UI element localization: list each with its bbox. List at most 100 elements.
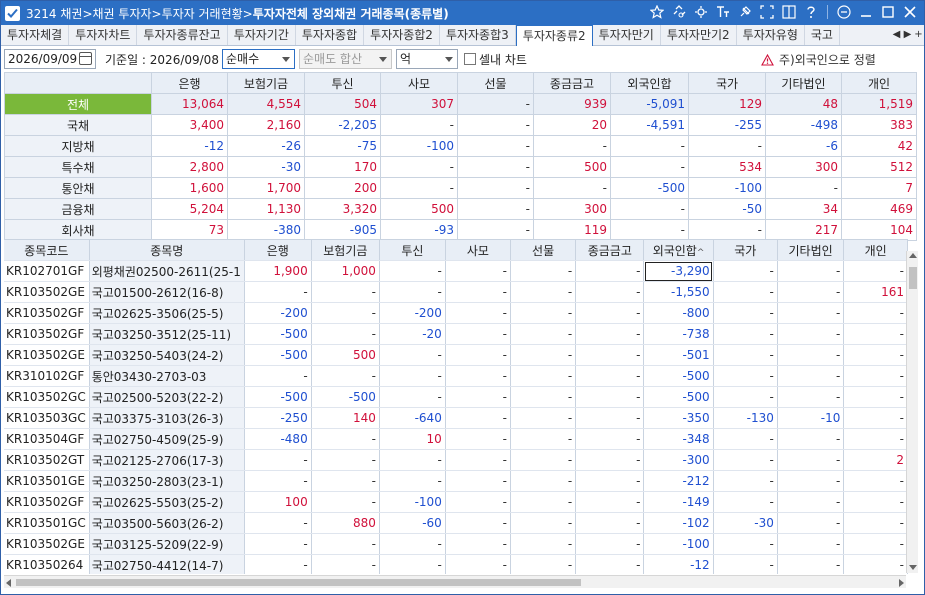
summary-row[interactable]: 통안채 1,600 1,700 200- - - -500 -100-7 <box>4 177 917 199</box>
table-row[interactable]: KR103502GC 국고02500-5203(22-2) -500 -500- - - -… <box>4 386 908 408</box>
detail-cell[interactable]: - <box>445 260 512 282</box>
detail-cell[interactable]: - <box>510 449 577 471</box>
summary-row[interactable]: 지방채 -12 -26 -75 -100- - - - -6 42 <box>4 135 917 157</box>
detail-cell[interactable]: -500 <box>244 323 312 345</box>
detail-cell[interactable]: - <box>445 281 512 303</box>
detail-cell[interactable]: - <box>311 554 380 574</box>
summary-cell[interactable]: - <box>533 135 611 157</box>
summary-cell[interactable]: 512 <box>841 156 917 178</box>
summary-row-label[interactable]: 전체 <box>4 93 152 115</box>
detail-cell[interactable]: - <box>843 554 908 574</box>
detail-cell[interactable]: - <box>510 491 577 513</box>
detail-cell[interactable]: -800 <box>643 302 714 324</box>
detail-cell[interactable]: - <box>379 533 446 555</box>
gear-icon[interactable] <box>693 4 709 20</box>
summary-row[interactable]: 특수채 2,800 -30 170- -500-534 300 512 <box>4 156 917 178</box>
detail-cell[interactable]: -480 <box>244 428 312 450</box>
summary-cell[interactable]: - <box>688 219 766 241</box>
bond-code[interactable]: KR103502GF <box>4 302 90 324</box>
detail-col-header[interactable]: 은행 <box>244 239 312 261</box>
summary-cell[interactable]: - <box>457 135 534 157</box>
detail-cell[interactable]: - <box>843 533 908 555</box>
summary-cell[interactable]: 504 <box>304 93 381 115</box>
summary-cell[interactable]: 129 <box>688 93 766 115</box>
detail-cell[interactable]: -130 <box>713 407 778 429</box>
table-row[interactable]: KR103504GF 국고02750-4509(25-9) -480-10- - - -3… <box>4 428 908 450</box>
summary-cell[interactable]: -12 <box>151 135 228 157</box>
summary-cell[interactable]: -2,205 <box>304 114 381 136</box>
tab-investor-summary-2[interactable]: 투자자종합2 <box>364 25 440 45</box>
detail-cell[interactable]: - <box>244 281 312 303</box>
detail-cell[interactable]: -60 <box>379 512 446 534</box>
minimize-icon[interactable] <box>836 4 852 20</box>
detail-cell[interactable]: - <box>510 302 577 324</box>
detail-cell[interactable]: - <box>843 365 908 387</box>
detail-cell[interactable]: -640 <box>379 407 446 429</box>
tab-investor-maturity[interactable]: 투자자만기 <box>593 25 661 45</box>
window-checkbox-icon[interactable] <box>5 5 20 21</box>
detail-cell[interactable]: - <box>510 470 577 492</box>
detail-cell[interactable]: - <box>713 323 778 345</box>
detail-cell[interactable]: - <box>311 323 380 345</box>
tab-investor-maturity-2[interactable]: 투자자만기2 <box>661 25 737 45</box>
detail-cell[interactable]: - <box>777 260 845 282</box>
bond-code[interactable]: KR103504GF <box>4 428 90 450</box>
detail-cell[interactable]: -3,290 <box>643 260 714 282</box>
detail-cell[interactable]: - <box>575 344 645 366</box>
detail-cell[interactable]: - <box>311 428 380 450</box>
summary-cell[interactable]: -500 <box>610 177 689 199</box>
detail-cell[interactable]: - <box>445 449 512 471</box>
pin-icon[interactable] <box>737 4 753 20</box>
table-row[interactable]: KR103501GC 국고03500-5603(26-2) -880 -60- - - -1… <box>4 512 908 534</box>
detail-col-header[interactable]: 종금금고 <box>575 239 645 261</box>
summary-cell[interactable]: - <box>457 219 534 241</box>
summary-cell[interactable]: -498 <box>765 114 842 136</box>
capture-icon[interactable] <box>759 4 775 20</box>
tab-investor-type-balance[interactable]: 투자자종류잔고 <box>137 25 228 45</box>
minimize-window-icon[interactable] <box>858 4 874 20</box>
detail-col-header[interactable]: 외국인합^ <box>643 239 714 261</box>
bond-code[interactable]: KR103501GC <box>4 512 90 534</box>
detail-cell[interactable]: - <box>510 323 577 345</box>
detail-cell[interactable]: - <box>575 386 645 408</box>
detail-cell[interactable]: - <box>445 470 512 492</box>
summary-cell[interactable]: -100 <box>380 135 458 157</box>
scroll-left-icon[interactable] <box>6 579 11 587</box>
summary-cell[interactable]: 3,400 <box>151 114 228 136</box>
bond-name[interactable]: 국고01500-2612(16-8) <box>89 281 245 303</box>
detail-cell[interactable]: -501 <box>643 344 714 366</box>
detail-col-header[interactable]: 선물 <box>510 239 577 261</box>
detail-cell[interactable]: - <box>445 344 512 366</box>
detail-cell[interactable]: - <box>843 512 908 534</box>
detail-cell[interactable]: 140 <box>311 407 380 429</box>
detail-cell[interactable]: - <box>379 281 446 303</box>
summary-col-header[interactable]: 개인 <box>841 72 917 94</box>
summary-col-header[interactable]: 투신 <box>304 72 381 94</box>
detail-cell[interactable]: - <box>244 533 312 555</box>
detail-cell[interactable]: - <box>445 533 512 555</box>
summary-row-label[interactable]: 지방채 <box>4 135 152 157</box>
summary-row[interactable]: 전체 13,064 4,554 504 307-939 -5,091 129 48 1,519 <box>4 93 917 115</box>
split-icon[interactable] <box>781 4 797 20</box>
detail-cell[interactable]: -500 <box>643 386 714 408</box>
summary-cell[interactable]: -93 <box>380 219 458 241</box>
summary-cell[interactable]: - <box>610 198 689 220</box>
detail-cell[interactable]: - <box>843 491 908 513</box>
detail-col-header[interactable]: 종목코드 <box>4 239 90 261</box>
summary-cell[interactable]: -26 <box>227 135 305 157</box>
detail-cell[interactable]: -149 <box>643 491 714 513</box>
text-size-icon[interactable] <box>715 4 731 20</box>
tab-investor-trade[interactable]: 투자자체결 <box>1 25 70 45</box>
bond-code[interactable]: KR103503GC <box>4 407 90 429</box>
detail-cell[interactable]: - <box>575 428 645 450</box>
date-input[interactable]: 2026/09/09 <box>4 49 96 69</box>
link-icon[interactable] <box>671 4 687 20</box>
detail-cell[interactable]: -500 <box>643 365 714 387</box>
summary-cell[interactable]: 42 <box>841 135 917 157</box>
summary-cell[interactable]: - <box>765 177 842 199</box>
detail-cell[interactable]: - <box>713 302 778 324</box>
summary-row[interactable]: 국채 3,400 2,160 -2,205- -20 -4,591 -255 -498 383 <box>4 114 917 136</box>
detail-cell[interactable]: -500 <box>311 386 380 408</box>
bond-code[interactable]: KR103502GT <box>4 449 90 471</box>
detail-cell[interactable]: - <box>575 491 645 513</box>
